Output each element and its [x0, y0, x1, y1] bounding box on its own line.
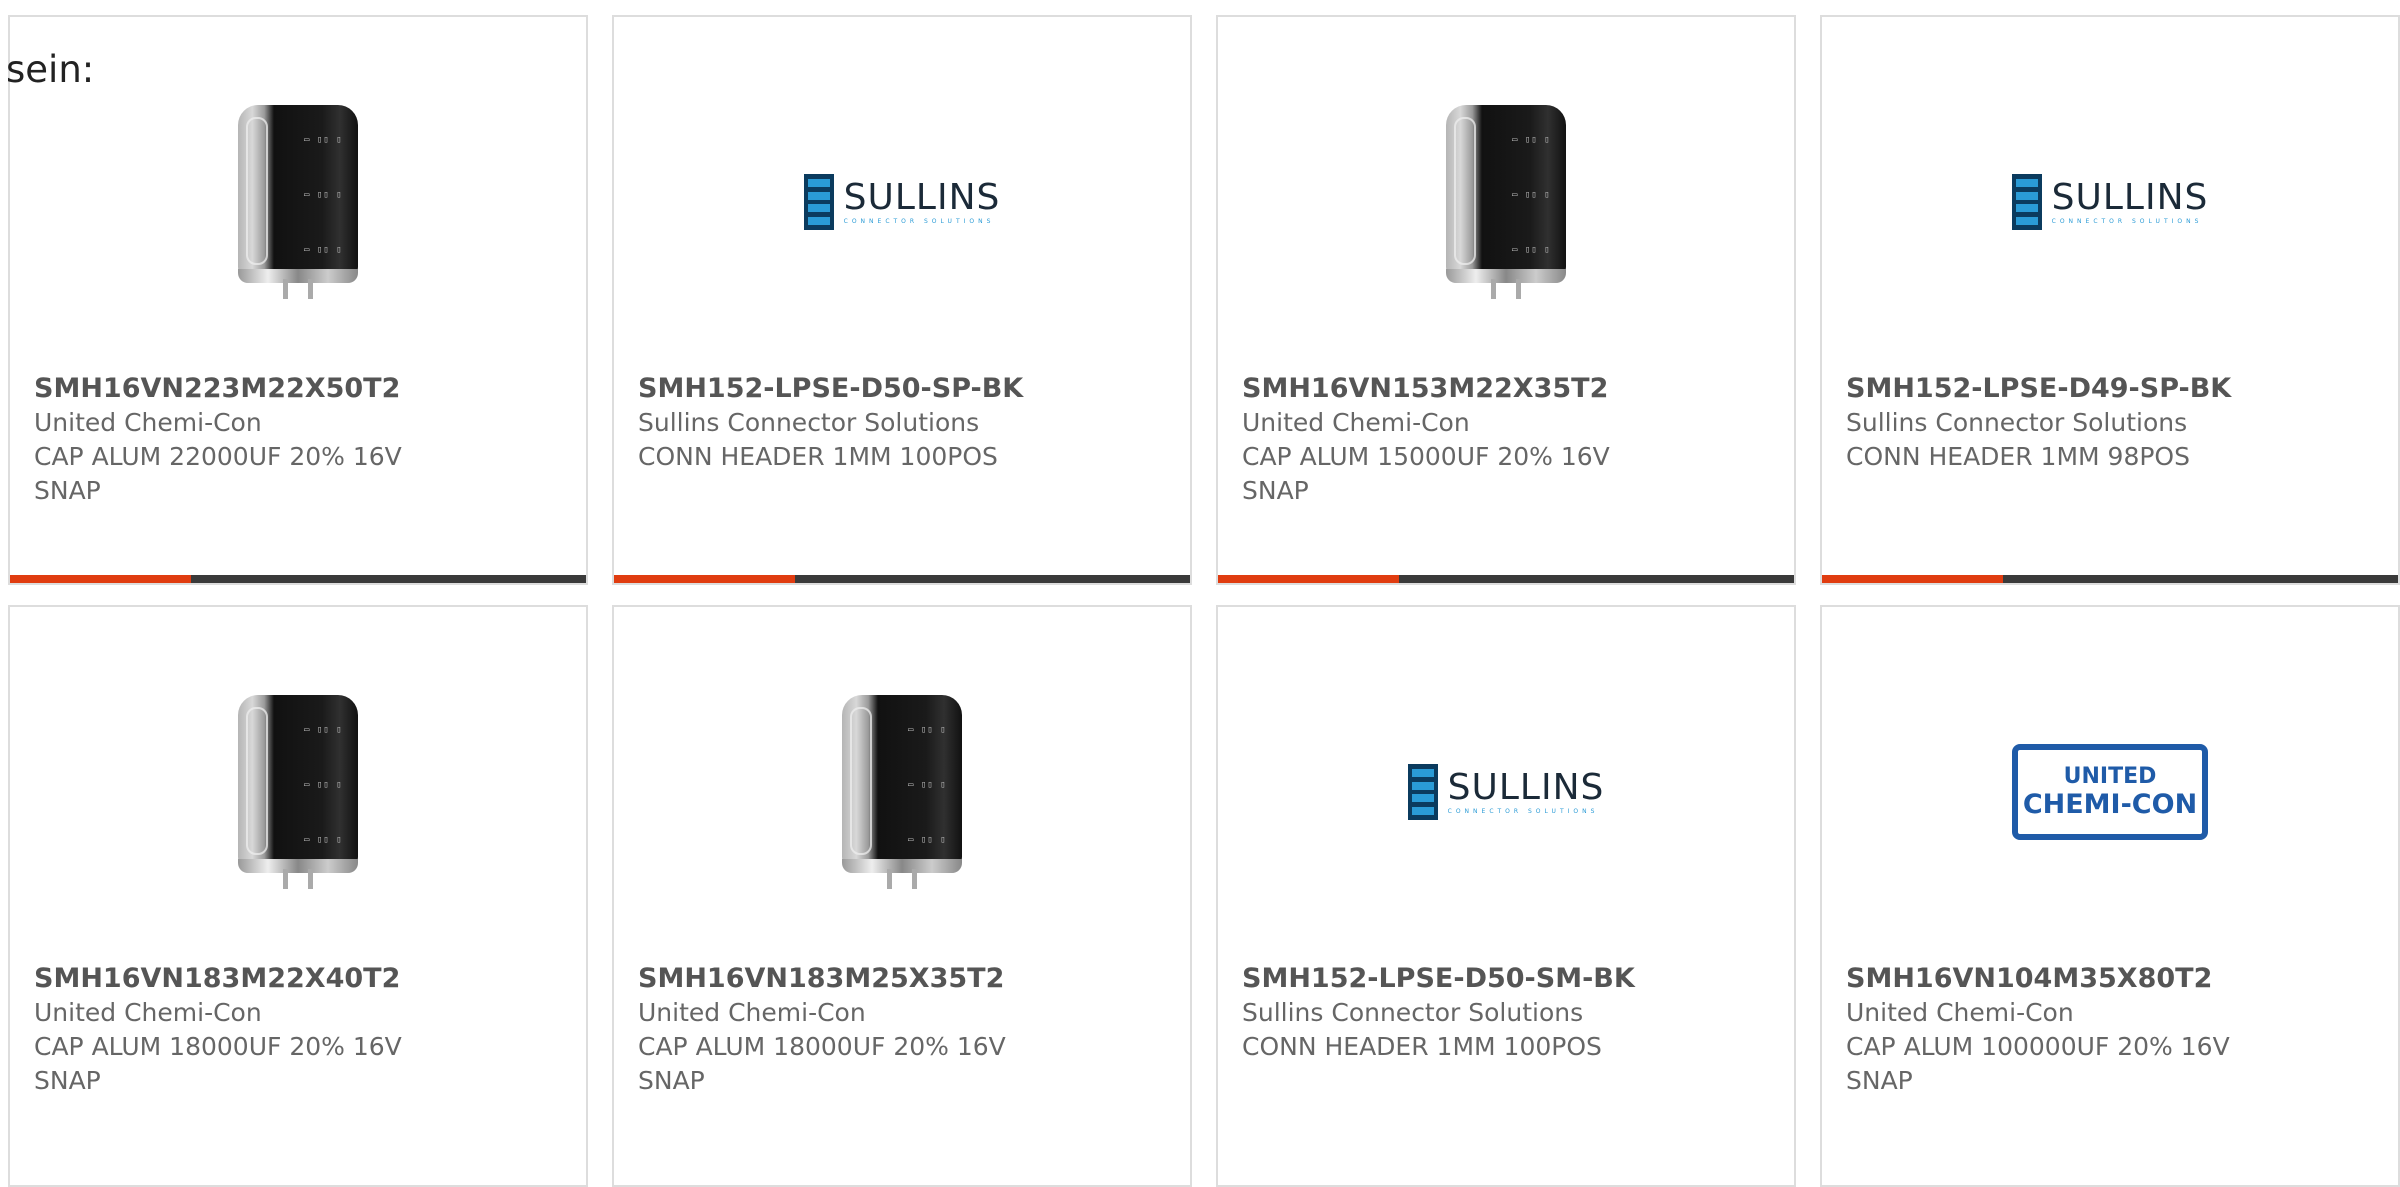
manufacturer: United Chemi-Con	[34, 408, 262, 437]
product-info: SMH152-LPSE-D50-SM-BK Sullins Connector S…	[1242, 962, 1770, 1064]
manufacturer: Sullins Connector Solutions	[1242, 998, 1584, 1027]
part-number[interactable]: SMH152-LPSE-D50-SP-BK	[638, 372, 1166, 406]
product-info: SMH16VN153M22X35T2 United Chemi-Con CAP AL…	[1242, 372, 1770, 508]
product-info: SMH16VN183M25X35T2 United Chemi-Con CAP AL…	[638, 962, 1166, 1098]
part-number[interactable]: SMH16VN153M22X35T2	[1242, 372, 1770, 406]
product-info: SMH16VN183M22X40T2 United Chemi-Con CAP AL…	[34, 962, 562, 1098]
sullins-logo-name: SULLINS	[843, 176, 1001, 218]
manufacturer: Sullins Connector Solutions	[638, 408, 980, 437]
description-line1: CONN HEADER 1MM 100POS	[638, 442, 998, 471]
description-line1: CAP ALUM 15000UF 20% 16V	[1242, 442, 1610, 471]
progress-bar	[1218, 575, 1794, 583]
description-line1: CAP ALUM 18000UF 20% 16V	[638, 1032, 1006, 1061]
sullins-logo: SULLINS CONNECTOR SOLUTIONS	[803, 174, 1001, 230]
manufacturer: United Chemi-Con	[1242, 408, 1470, 437]
sullins-logo-tagline: CONNECTOR SOLUTIONS	[843, 217, 995, 225]
product-image[interactable]: ▭ ▯▯ ▯ ▭ ▯▯ ▯ ▭ ▯▯ ▯	[10, 77, 586, 327]
progress-bar-fill	[10, 575, 192, 583]
part-number[interactable]: SMH152-LPSE-D49-SP-BK	[1846, 372, 2374, 406]
manufacturer: United Chemi-Con	[1846, 998, 2074, 1027]
description-line1: CAP ALUM 100000UF 20% 16V	[1846, 1032, 2230, 1061]
capacitor-image: ▭ ▯▯ ▯ ▭ ▯▯ ▯ ▭ ▯▯ ▯	[832, 687, 972, 897]
product-card[interactable]: SULLINS CONNECTOR SOLUTIONS SMH152-LPSE-D5…	[1216, 605, 1796, 1187]
united-chemi-con-logo: UNITED CHEMI-CON	[2012, 744, 2208, 840]
sullins-logo-name: SULLINS	[2051, 176, 2209, 218]
description-line1: CAP ALUM 22000UF 20% 16V	[34, 442, 402, 471]
progress-bar	[1822, 575, 2398, 583]
product-image[interactable]: SULLINS CONNECTOR SOLUTIONS	[1822, 77, 2398, 327]
sullins-logo: SULLINS CONNECTOR SOLUTIONS	[2011, 174, 2209, 230]
product-info: SMH152-LPSE-D50-SP-BK Sullins Connector S…	[638, 372, 1166, 474]
description-line2: SNAP	[638, 1066, 705, 1095]
product-info: SMH152-LPSE-D49-SP-BK Sullins Connector S…	[1846, 372, 2374, 474]
description-line2: SNAP	[34, 476, 101, 505]
part-number[interactable]: SMH16VN183M22X40T2	[34, 962, 562, 996]
description-line1: CONN HEADER 1MM 98POS	[1846, 442, 2190, 471]
progress-bar	[614, 575, 1190, 583]
description-line1: CAP ALUM 18000UF 20% 16V	[34, 1032, 402, 1061]
product-image[interactable]: UNITED CHEMI-CON	[1822, 667, 2398, 917]
ucc-logo-line1: UNITED	[2063, 764, 2157, 789]
product-image[interactable]: ▭ ▯▯ ▯ ▭ ▯▯ ▯ ▭ ▯▯ ▯	[614, 667, 1190, 917]
capacitor-image: ▭ ▯▯ ▯ ▭ ▯▯ ▯ ▭ ▯▯ ▯	[228, 97, 368, 307]
capacitor-image: ▭ ▯▯ ▯ ▭ ▯▯ ▯ ▭ ▯▯ ▯	[228, 687, 368, 897]
product-card[interactable]: SULLINS CONNECTOR SOLUTIONS SMH152-LPSE-D5…	[612, 15, 1192, 585]
part-number[interactable]: SMH152-LPSE-D50-SM-BK	[1242, 962, 1770, 996]
description-line2: SNAP	[1846, 1066, 1913, 1095]
sullins-logo-tagline: CONNECTOR SOLUTIONS	[2051, 217, 2203, 225]
description-line2: SNAP	[34, 1066, 101, 1095]
part-number[interactable]: SMH16VN223M22X50T2	[34, 372, 562, 406]
part-number[interactable]: SMH16VN183M25X35T2	[638, 962, 1166, 996]
progress-bar-fill	[614, 575, 796, 583]
product-card[interactable]: ▭ ▯▯ ▯ ▭ ▯▯ ▯ ▭ ▯▯ ▯ SMH16VN183M22X40T2 Unit…	[8, 605, 588, 1187]
manufacturer: United Chemi-Con	[34, 998, 262, 1027]
sullins-logo-tagline: CONNECTOR SOLUTIONS	[1447, 807, 1599, 815]
product-card[interactable]: SULLINS CONNECTOR SOLUTIONS SMH152-LPSE-D4…	[1820, 15, 2400, 585]
progress-bar-fill	[1218, 575, 1400, 583]
product-card[interactable]: ▭ ▯▯ ▯ ▭ ▯▯ ▯ ▭ ▯▯ ▯ SMH16VN223M22X50T2 Unit…	[8, 15, 588, 585]
product-card[interactable]: ▭ ▯▯ ▯ ▭ ▯▯ ▯ ▭ ▯▯ ▯ SMH16VN183M25X35T2 Unit…	[612, 605, 1192, 1187]
description-line1: CONN HEADER 1MM 100POS	[1242, 1032, 1602, 1061]
description-line2: SNAP	[1242, 476, 1309, 505]
sullins-logo-name: SULLINS	[1447, 766, 1605, 808]
product-image[interactable]: ▭ ▯▯ ▯ ▭ ▯▯ ▯ ▭ ▯▯ ▯	[1218, 77, 1794, 327]
product-image[interactable]: ▭ ▯▯ ▯ ▭ ▯▯ ▯ ▭ ▯▯ ▯	[10, 667, 586, 917]
product-card[interactable]: UNITED CHEMI-CON SMH16VN104M35X80T2 United …	[1820, 605, 2400, 1187]
capacitor-image: ▭ ▯▯ ▯ ▭ ▯▯ ▯ ▭ ▯▯ ▯	[1436, 97, 1576, 307]
product-info: SMH16VN104M35X80T2 United Chemi-Con CAP AL…	[1846, 962, 2374, 1098]
product-image[interactable]: SULLINS CONNECTOR SOLUTIONS	[614, 77, 1190, 327]
product-card[interactable]: ▭ ▯▯ ▯ ▭ ▯▯ ▯ ▭ ▯▯ ▯ SMH16VN153M22X35T2 Unit…	[1216, 15, 1796, 585]
ucc-logo-line2: CHEMI-CON	[2022, 789, 2198, 820]
page-label: sein:	[6, 48, 95, 91]
part-number[interactable]: SMH16VN104M35X80T2	[1846, 962, 2374, 996]
product-grid: ▭ ▯▯ ▯ ▭ ▯▯ ▯ ▭ ▯▯ ▯ SMH16VN223M22X50T2 Unit…	[0, 0, 2400, 1187]
progress-bar-fill	[1822, 575, 2004, 583]
manufacturer: Sullins Connector Solutions	[1846, 408, 2188, 437]
progress-bar	[10, 575, 586, 583]
manufacturer: United Chemi-Con	[638, 998, 866, 1027]
product-info: SMH16VN223M22X50T2 United Chemi-Con CAP AL…	[34, 372, 562, 508]
product-image[interactable]: SULLINS CONNECTOR SOLUTIONS	[1218, 667, 1794, 917]
sullins-logo: SULLINS CONNECTOR SOLUTIONS	[1407, 764, 1605, 820]
